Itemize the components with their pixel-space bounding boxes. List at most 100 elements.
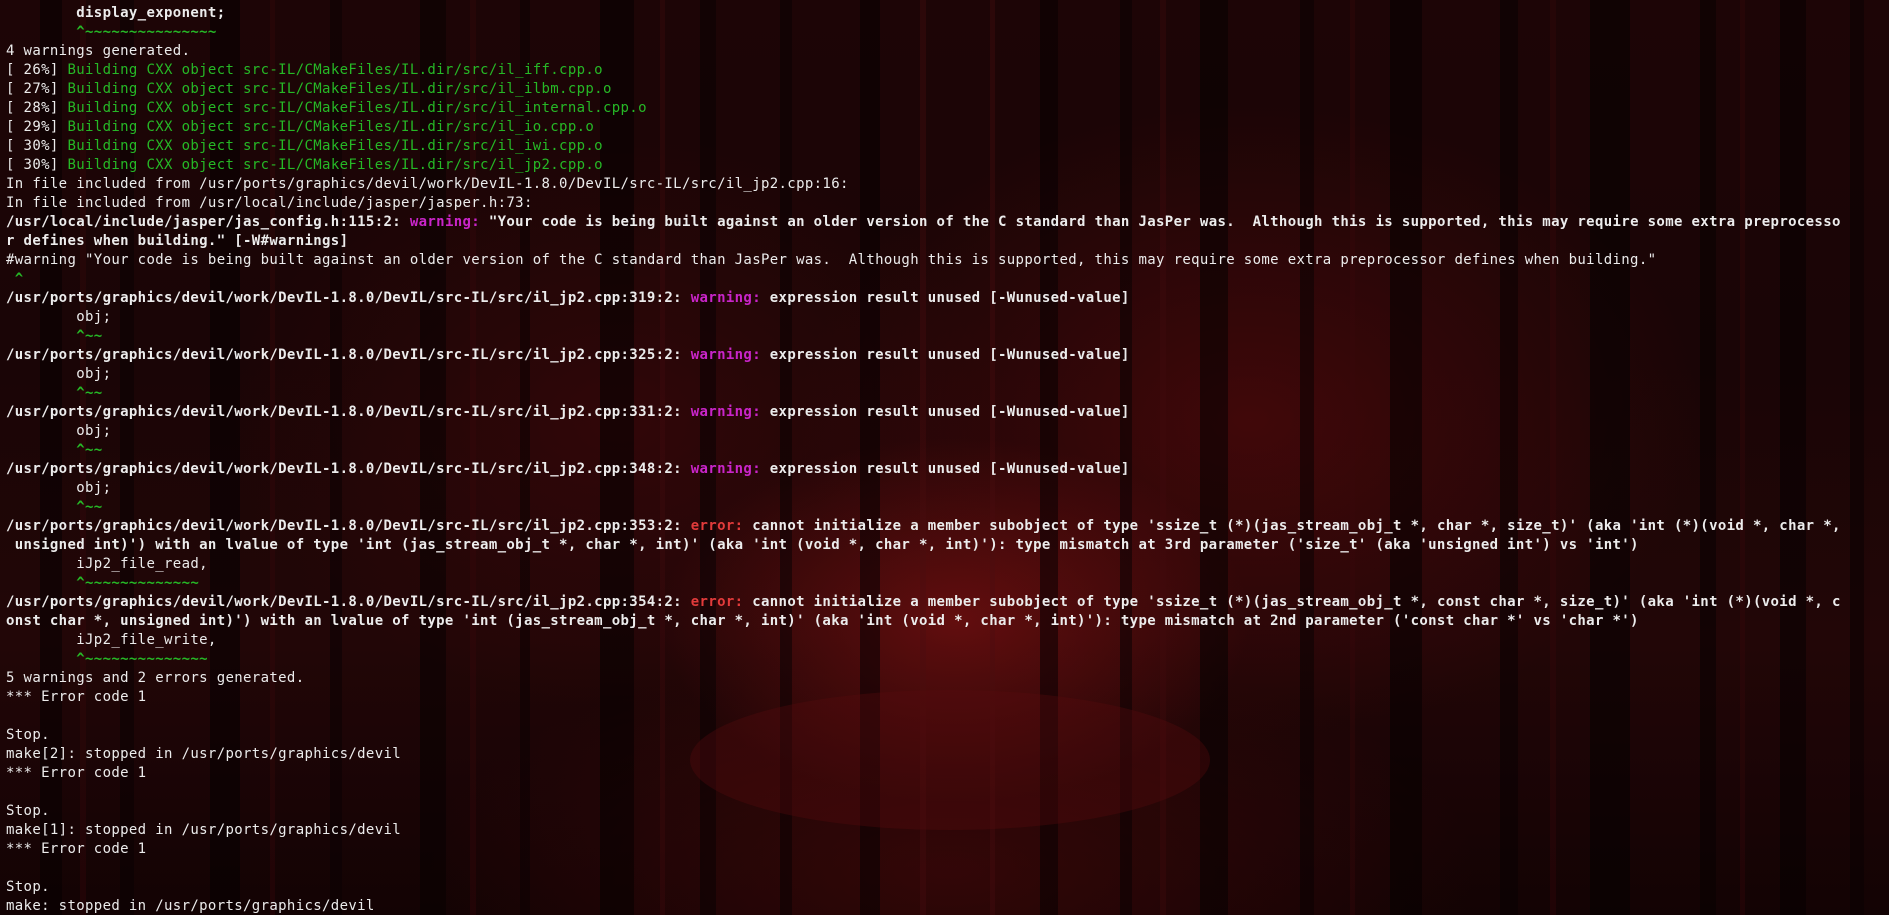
terminal-text: [ 28%]	[6, 100, 68, 116]
terminal-text: make[2]: stopped in /usr/ports/graphics/…	[6, 746, 402, 762]
terminal-text: /usr/ports/graphics/devil/work/DevIL-1.8…	[6, 290, 691, 306]
terminal-line: make: stopped in /usr/ports/graphics/dev…	[6, 897, 1886, 915]
warning-label: warning:	[690, 404, 770, 420]
terminal-window[interactable]: display_exponent; ^~~~~~~~~~~~~~~~ 4 warn…	[0, 0, 1889, 915]
terminal-text: *** Error code 1	[6, 689, 147, 705]
terminal-line: /usr/ports/graphics/devil/work/DevIL-1.8…	[6, 289, 1886, 308]
terminal-text: /usr/local/include/jasper/jas_config.h:1…	[6, 214, 410, 230]
terminal-line: [ 26%] Building CXX object src-IL/CMakeF…	[6, 61, 1886, 80]
terminal-text: [ 30%]	[6, 138, 68, 154]
terminal-line: obj;	[6, 479, 1886, 498]
warning-label: warning:	[690, 347, 770, 363]
terminal-text: make[1]: stopped in /usr/ports/graphics/…	[6, 822, 402, 838]
terminal-line: 4 warnings generated.	[6, 42, 1886, 61]
terminal-text: /usr/ports/graphics/devil/work/DevIL-1.8…	[6, 518, 691, 534]
terminal-line: ^~~	[6, 498, 1886, 517]
terminal-line: /usr/ports/graphics/devil/work/DevIL-1.8…	[6, 517, 1886, 536]
terminal-line: /usr/ports/graphics/devil/work/DevIL-1.8…	[6, 593, 1886, 612]
terminal-text-green: ^~~~~~~~~~~~~~	[6, 575, 200, 591]
terminal-text: Stop.	[6, 803, 50, 819]
terminal-text: obj;	[6, 423, 112, 439]
terminal-line: In file included from /usr/local/include…	[6, 194, 1886, 213]
terminal-line: *** Error code 1	[6, 840, 1886, 859]
terminal-line: ^~~~~~~~~~~~~~	[6, 574, 1886, 593]
terminal-line: r defines when building." [-W#warnings]	[6, 232, 1886, 251]
terminal-line: make[1]: stopped in /usr/ports/graphics/…	[6, 821, 1886, 840]
terminal-line: ^~~	[6, 327, 1886, 346]
terminal-text-green: Building CXX object src-IL/CMakeFiles/IL…	[67, 119, 595, 135]
terminal-text: expression result unused [-Wunused-value…	[769, 290, 1130, 306]
terminal-line: Stop.	[6, 802, 1886, 821]
warning-label: warning:	[409, 214, 489, 230]
terminal-text-green: Building CXX object src-IL/CMakeFiles/IL…	[67, 81, 612, 97]
terminal-text: *** Error code 1	[6, 841, 147, 857]
terminal-text: /usr/ports/graphics/devil/work/DevIL-1.8…	[6, 404, 691, 420]
error-label: error:	[690, 518, 753, 534]
terminal-text-green: Building CXX object src-IL/CMakeFiles/IL…	[67, 62, 603, 78]
terminal-output[interactable]: display_exponent; ^~~~~~~~~~~~~~~~ 4 warn…	[6, 4, 1886, 915]
terminal-text: [ 30%]	[6, 157, 68, 173]
warning-label: warning:	[690, 290, 770, 306]
terminal-line: iJp2_file_write,	[6, 631, 1886, 650]
terminal-line: [ 30%] Building CXX object src-IL/CMakeF…	[6, 156, 1886, 175]
terminal-text-green: ^	[6, 271, 24, 287]
terminal-text: /usr/ports/graphics/devil/work/DevIL-1.8…	[6, 461, 691, 477]
terminal-text-green: Building CXX object src-IL/CMakeFiles/IL…	[67, 157, 603, 173]
terminal-line: In file included from /usr/ports/graphic…	[6, 175, 1886, 194]
terminal-text: display_exponent;	[6, 5, 226, 21]
terminal-text: obj;	[6, 366, 112, 382]
terminal-text: [ 29%]	[6, 119, 68, 135]
terminal-text: cannot initialize a member subobject of …	[752, 594, 1841, 610]
terminal-text: Stop.	[6, 727, 50, 743]
terminal-line: [ 30%] Building CXX object src-IL/CMakeF…	[6, 137, 1886, 156]
terminal-line: ^~~~~~~~~~~~~~~	[6, 650, 1886, 669]
terminal-text: iJp2_file_read,	[6, 556, 208, 572]
terminal-line: /usr/ports/graphics/devil/work/DevIL-1.8…	[6, 460, 1886, 479]
terminal-text: [ 27%]	[6, 81, 68, 97]
terminal-line: unsigned int)') with an lvalue of type '…	[6, 536, 1886, 555]
terminal-text: obj;	[6, 309, 112, 325]
terminal-text-green: Building CXX object src-IL/CMakeFiles/IL…	[67, 138, 603, 154]
terminal-text-green: ^~~	[6, 385, 103, 401]
terminal-line: Stop.	[6, 726, 1886, 745]
warning-label: warning:	[690, 461, 770, 477]
terminal-line: [ 27%] Building CXX object src-IL/CMakeF…	[6, 80, 1886, 99]
terminal-text-green: Building CXX object src-IL/CMakeFiles/IL…	[67, 100, 647, 116]
terminal-text: 5 warnings and 2 errors generated.	[6, 670, 305, 686]
terminal-text: iJp2_file_write,	[6, 632, 217, 648]
terminal-text: unsigned int)') with an lvalue of type '…	[6, 537, 1639, 553]
terminal-line: ^~~	[6, 441, 1886, 460]
terminal-line: Stop.	[6, 878, 1886, 897]
terminal-text: expression result unused [-Wunused-value…	[769, 347, 1130, 363]
terminal-text: cannot initialize a member subobject of …	[752, 518, 1841, 534]
terminal-line: [ 29%] Building CXX object src-IL/CMakeF…	[6, 118, 1886, 137]
terminal-line: #warning "Your code is being built again…	[6, 251, 1886, 270]
terminal-line: 5 warnings and 2 errors generated.	[6, 669, 1886, 688]
terminal-line: [ 28%] Building CXX object src-IL/CMakeF…	[6, 99, 1886, 118]
terminal-line: iJp2_file_read,	[6, 555, 1886, 574]
terminal-line: *** Error code 1	[6, 688, 1886, 707]
terminal-line: /usr/local/include/jasper/jas_config.h:1…	[6, 213, 1886, 232]
terminal-text: onst char *, unsigned int)') with an lva…	[6, 613, 1639, 629]
terminal-text-green: ^~~	[6, 499, 103, 515]
terminal-text: r defines when building." [-W#warnings]	[6, 233, 349, 249]
terminal-text: [ 26%]	[6, 62, 68, 78]
terminal-text-green: ^~~~~~~~~~~~~~~~	[6, 24, 217, 40]
terminal-line: onst char *, unsigned int)') with an lva…	[6, 612, 1886, 631]
terminal-text: /usr/ports/graphics/devil/work/DevIL-1.8…	[6, 594, 691, 610]
terminal-line: /usr/ports/graphics/devil/work/DevIL-1.8…	[6, 346, 1886, 365]
terminal-text: make: stopped in /usr/ports/graphics/dev…	[6, 898, 375, 914]
terminal-text: Stop.	[6, 879, 50, 895]
terminal-line: /usr/ports/graphics/devil/work/DevIL-1.8…	[6, 403, 1886, 422]
terminal-text: obj;	[6, 480, 112, 496]
terminal-line: ^~~~~~~~~~~~~~~~	[6, 23, 1886, 42]
terminal-text-green: ^~~	[6, 442, 103, 458]
terminal-line: obj;	[6, 422, 1886, 441]
terminal-line: *** Error code 1	[6, 764, 1886, 783]
terminal-text-green: ^~~	[6, 328, 103, 344]
terminal-text-green: ^~~~~~~~~~~~~~~	[6, 651, 208, 667]
terminal-text: In file included from /usr/local/include…	[6, 195, 533, 211]
terminal-line: ^~~	[6, 384, 1886, 403]
